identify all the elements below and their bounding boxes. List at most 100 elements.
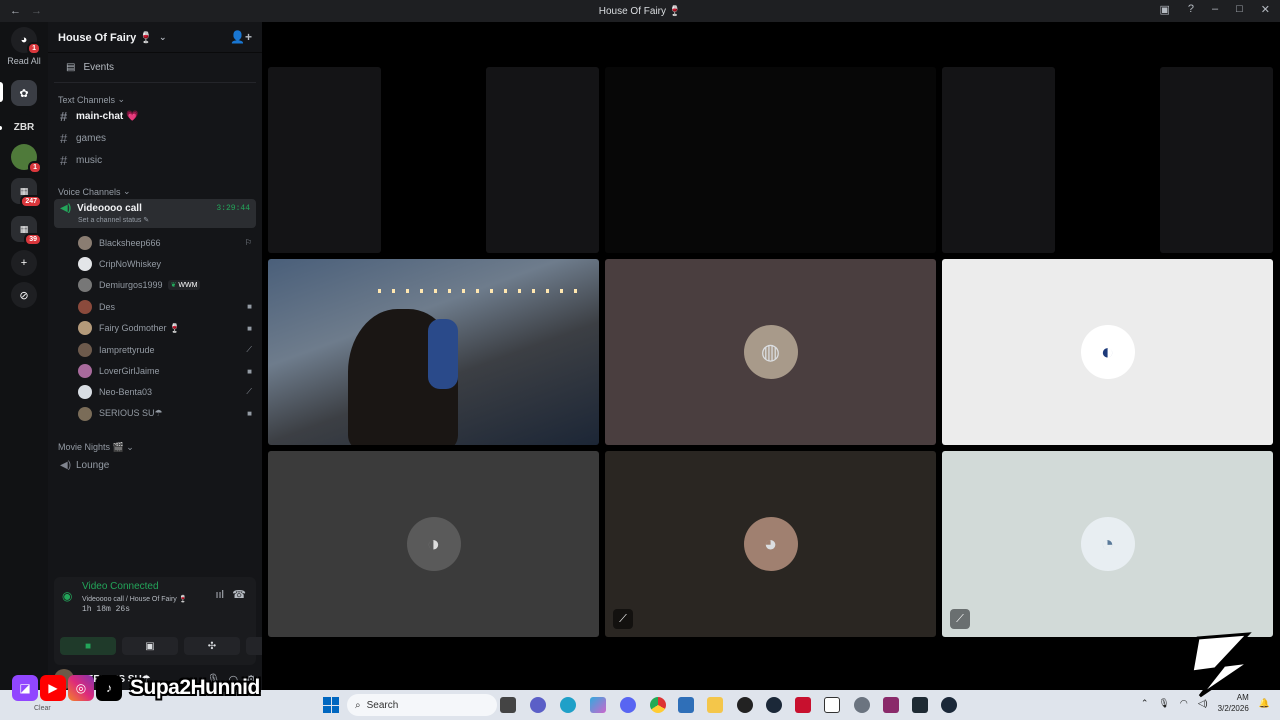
server-header[interactable]: House Of Fairy 🍷 ⌄ 👤+: [48, 22, 262, 53]
settings-icon[interactable]: [854, 697, 870, 713]
direct-messages-button[interactable]: ◕ 1: [11, 27, 41, 55]
signal-icon: ◉: [62, 589, 73, 603]
acrobat-icon[interactable]: [795, 697, 811, 713]
stream-icon: ⚐: [244, 238, 252, 248]
server-folder-1[interactable]: ▦ 247: [11, 178, 42, 208]
voice-member[interactable]: LoverGirlJaime ■: [48, 360, 262, 381]
help-icon[interactable]: ?: [1188, 3, 1194, 16]
connection-status[interactable]: Video Connected: [82, 581, 159, 592]
taskbar-search[interactable]: ⌕ Search: [347, 694, 497, 716]
channel-main-chat[interactable]: # main-chat 💗: [54, 105, 256, 127]
notion-icon[interactable]: [824, 697, 840, 713]
minimize-icon[interactable]: –: [1212, 3, 1218, 16]
video-tile-top-4[interactable]: [942, 67, 1055, 253]
video-on-icon: ■: [247, 409, 252, 419]
channel-sidebar: House Of Fairy 🍷 ⌄ 👤+ ▤ Events Text Chan…: [48, 22, 302, 690]
member-name: Blacksheep666: [99, 237, 161, 248]
video-tile-participant-2[interactable]: ◍: [605, 259, 936, 445]
title-bar: ← → House Of Fairy 🍷 ▣ ? – □ ✕: [0, 0, 1280, 22]
notification-bell-icon[interactable]: 🔔: [1259, 698, 1270, 709]
chrome-icon[interactable]: [650, 697, 666, 713]
video-tile-participant-6[interactable]: ◔ ⟋: [942, 451, 1273, 637]
copilot-icon[interactable]: [590, 697, 606, 713]
voice-channel-videoooo-call[interactable]: ◀) Videoooo call 3:29:44 Set a channel s…: [54, 199, 256, 228]
discover-button[interactable]: ⊘: [11, 282, 37, 308]
obs-icon[interactable]: [737, 697, 753, 713]
voice-member[interactable]: Des ■: [48, 296, 262, 317]
voice-member[interactable]: Demiurgos1999 ❦ WWM: [48, 275, 262, 296]
start-button[interactable]: [323, 697, 339, 713]
chevron-up-icon[interactable]: ⌃: [1141, 698, 1149, 709]
speaker-icon: ◀): [60, 460, 72, 472]
category-movie-nights[interactable]: Movie Nights 🎬 ⌄: [48, 435, 262, 453]
events-item[interactable]: ▤ Events: [54, 53, 256, 83]
member-name: Iamprettyrude: [99, 344, 155, 355]
category-text-channels[interactable]: Text Channels ⌄: [48, 87, 262, 105]
member-avatar: [78, 299, 92, 314]
store-icon[interactable]: [678, 697, 694, 713]
clock-date: 3/2/2026: [1217, 704, 1249, 713]
winrar-icon[interactable]: [883, 697, 899, 713]
edge-browser-icon[interactable]: [560, 697, 576, 713]
server-house-of-fairy[interactable]: ✿: [11, 80, 37, 106]
voice-member[interactable]: Fairy Godmother 🍷 ■: [48, 318, 262, 339]
channel-status-prompt[interactable]: Set a channel status ✎: [78, 216, 250, 224]
back-arrow-icon[interactable]: ←: [10, 5, 21, 17]
member-avatar: [78, 406, 92, 421]
voice-member[interactable]: SERIOUS SU☂ ■: [48, 403, 262, 424]
voice-member[interactable]: Neo-Benta03 ⟋: [48, 382, 262, 403]
window-title-wrap: House Of Fairy 🍷: [0, 6, 1280, 17]
invite-people-icon[interactable]: 👤+: [230, 30, 252, 44]
camera-button[interactable]: ■: [60, 637, 116, 655]
member-name: LoverGirlJaime: [99, 366, 160, 377]
search-icon: ⌕: [355, 699, 361, 711]
voice-member[interactable]: Iamprettyrude ⟋: [48, 339, 262, 360]
channel-games[interactable]: # games: [54, 127, 256, 149]
add-server-button[interactable]: +: [11, 250, 37, 276]
participant-avatar: ◐: [1080, 325, 1135, 379]
read-all-button[interactable]: Read All: [2, 56, 46, 66]
member-avatar: [78, 321, 92, 336]
folder-icon[interactable]: [707, 697, 723, 713]
connection-location[interactable]: Videoooo call / House Of Fairy 🍷: [82, 595, 187, 603]
video-tile-camera-feed[interactable]: [268, 259, 599, 445]
video-tile-participant-3[interactable]: ◐: [942, 259, 1273, 445]
steam-icon[interactable]: [766, 697, 782, 713]
disconnect-icon[interactable]: ☎: [232, 588, 246, 601]
forward-arrow-icon[interactable]: →: [31, 5, 42, 17]
mic-tray-icon[interactable]: 🎙: [1158, 698, 1169, 709]
instagram-icon: ◎: [68, 675, 94, 701]
video-tile-top-left[interactable]: [268, 67, 381, 253]
member-name: Fairy Godmother 🍷: [99, 322, 181, 333]
video-tile-top-right[interactable]: [1160, 67, 1273, 253]
wifi-icon[interactable]: ◠: [1180, 698, 1188, 709]
channel-lounge[interactable]: ◀) Lounge: [54, 455, 256, 477]
inbox-icon[interactable]: ▣: [1159, 3, 1169, 16]
voice-member[interactable]: Blacksheep666 ⚐: [48, 232, 262, 253]
video-tile-participant-5[interactable]: ◕ ⟋: [605, 451, 936, 637]
streamer-logo: [1190, 632, 1252, 698]
voice-member[interactable]: CripNoWhiskey: [48, 253, 262, 274]
steam-client-icon[interactable]: [941, 697, 957, 713]
category-label: Voice Channels: [58, 187, 121, 197]
video-tile-participant-4[interactable]: ◑: [268, 451, 599, 637]
activities-button[interactable]: ✣: [184, 637, 240, 655]
file-manager-icon[interactable]: [500, 697, 516, 713]
voice-member-list: Blacksheep666 ⚐ CripNoWhiskey Demiurgos1999…: [48, 232, 262, 425]
terminal-icon[interactable]: [912, 697, 928, 713]
video-tile-top-2[interactable]: [486, 67, 599, 253]
server-name: House Of Fairy 🍷: [58, 31, 153, 44]
server-folder-2[interactable]: ▦ 39: [11, 216, 42, 246]
server-icon-3[interactable]: 1: [11, 144, 42, 174]
category-voice-channels[interactable]: Voice Channels ⌄: [48, 179, 262, 197]
chat-app-icon[interactable]: [530, 697, 546, 713]
screen-share-button[interactable]: ▣: [122, 637, 178, 655]
maximize-icon[interactable]: □: [1236, 3, 1243, 16]
server-icon-2[interactable]: ZBR: [11, 114, 37, 140]
participant-avatar: ◍: [743, 325, 798, 379]
close-icon[interactable]: ✕: [1261, 3, 1270, 16]
video-tile-top-center[interactable]: [605, 67, 936, 253]
channel-music[interactable]: # music: [54, 149, 256, 171]
noise-suppression-icon[interactable]: ııl: [215, 589, 224, 601]
discord-taskbar-icon[interactable]: [620, 697, 636, 713]
